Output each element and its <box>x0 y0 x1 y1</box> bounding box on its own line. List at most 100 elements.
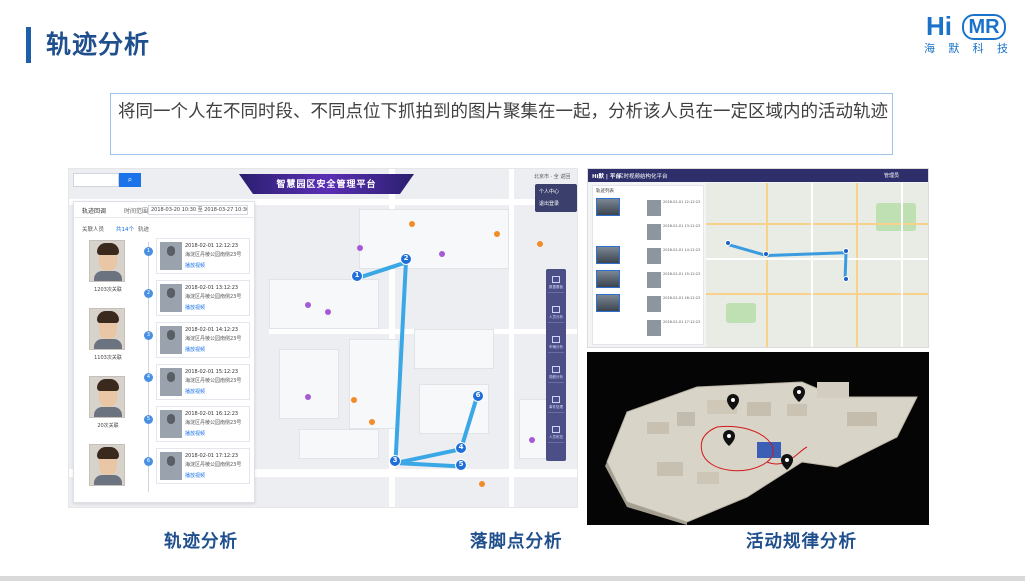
rt-list-row[interactable]: 2018-02-01 16:12:23 <box>595 294 703 314</box>
rt-list-row[interactable]: 2018-02-01 14:12:23 <box>595 246 703 266</box>
top-right-controls[interactable]: 北京市 · 全 返回 <box>534 173 570 180</box>
timeline-dot: 4 <box>144 373 153 382</box>
play-video-link[interactable]: 播放视频 <box>185 346 205 353</box>
slide: 轨迹分析 Hi MR 海默科技 将同一个人在不同时段、不同点位下抓拍到的图片聚集… <box>0 0 1025 581</box>
title-accent-bar <box>26 27 31 63</box>
record-place: 海淀区丹棱公园南侧23号 <box>185 420 242 426</box>
timeline-dot: 5 <box>144 415 153 424</box>
route-node[interactable] <box>725 240 731 246</box>
toolbar-video[interactable]: 视频分析 <box>548 363 564 383</box>
rt-list-row[interactable]: 2018-02-01 17:12:23 <box>595 318 703 338</box>
rt-header-title: 实时视频结构化平台 <box>618 174 668 180</box>
timeline-dot: 1 <box>144 247 153 256</box>
record-place: 海淀区丹棱公园南侧23号 <box>185 378 242 384</box>
track-record-card[interactable]: 2018-02-01 13:12:23 海淀区丹棱公园南侧23号 播放视频 <box>156 280 250 316</box>
rt-list-row[interactable]: 2018-02-01 13:12:23 <box>595 222 703 242</box>
platform-title: 智慧园区安全管理平台 <box>276 180 377 190</box>
person-label: 1203次关联 <box>94 287 122 293</box>
record-place: 海淀区丹棱公园南侧23号 <box>185 336 242 342</box>
track-record-card[interactable]: 2018-02-01 15:12:23 海淀区丹棱公园南侧23号 播放视频 <box>156 364 250 400</box>
track-record-card[interactable]: 2018-02-01 17:12:23 海淀区丹棱公园南侧23号 播放视频 <box>156 448 250 484</box>
rt-track-list: 轨迹列表 2018-02-01 12:12:23 2018-02-01 13:1… <box>592 185 704 345</box>
dashboard-icon <box>552 276 560 283</box>
map-search-input[interactable] <box>73 173 119 187</box>
timeline-dot: 6 <box>144 457 153 466</box>
rt-list-row[interactable]: 2018-02-01 12:12:23 <box>595 198 703 218</box>
record-place: 海淀区丹棱公园南侧23号 <box>185 294 242 300</box>
play-video-link[interactable]: 播放视频 <box>185 472 205 479</box>
record-place: 海淀区丹棱公园南侧23号 <box>185 462 242 468</box>
right-toolbar: 数据看板 人员分析 车辆分析 视频分析 事件处理 人员布控 <box>546 269 566 461</box>
control-icon <box>552 426 560 433</box>
time-range-input[interactable]: 2018-03-20 10:30 至 2018-03-27 10:30 <box>148 205 248 215</box>
person-photo[interactable] <box>89 240 125 282</box>
record-time: 2018-02-01 16:12:23 <box>185 411 239 417</box>
track-record-card[interactable]: 2018-02-01 16:12:23 海淀区丹棱公园南侧23号 播放视频 <box>156 406 250 442</box>
event-icon <box>552 396 560 403</box>
rt-header-user[interactable]: 管理员 <box>884 172 899 179</box>
track-point[interactable]: 1 <box>351 270 363 282</box>
route-node[interactable] <box>843 276 849 282</box>
city-map[interactable] <box>706 183 928 347</box>
record-time: 2018-02-01 17:12:23 <box>185 453 239 459</box>
caption-track: 轨迹分析 <box>164 532 238 552</box>
person-photo[interactable] <box>89 308 125 350</box>
company-logo: Hi MR 海默科技 <box>922 12 1010 55</box>
logo-mr-text: MR <box>962 14 1006 40</box>
person-photo[interactable] <box>89 444 125 486</box>
record-time: 2018-02-01 14:12:23 <box>185 327 239 333</box>
logo-cn-text: 海默科技 <box>924 42 1008 55</box>
capture-thumbnail <box>160 326 182 354</box>
related-count[interactable]: 共14个 <box>116 225 134 233</box>
panel-tabs: 轨迹回调 时间范围 2018-03-20 10:30 至 2018-03-27 … <box>74 202 254 218</box>
rt-list-head: 轨迹列表 <box>596 189 614 194</box>
timeline-dot: 3 <box>144 331 153 340</box>
video-icon <box>552 366 560 373</box>
play-video-link[interactable]: 播放视频 <box>185 388 205 395</box>
rt-list-row[interactable]: 2018-02-01 15:12:23 <box>595 270 703 290</box>
track-point[interactable]: 5 <box>455 459 467 471</box>
track-record-card[interactable]: 2018-02-01 14:12:23 海淀区丹棱公园南侧23号 播放视频 <box>156 322 250 358</box>
toolbar-person[interactable]: 人员分析 <box>548 303 564 323</box>
play-video-link[interactable]: 播放视频 <box>185 262 205 269</box>
user-center-item[interactable]: 个人中心 <box>539 188 575 195</box>
logout-item[interactable]: 退出登录 <box>539 200 575 207</box>
track-label: 轨迹 <box>138 227 150 233</box>
record-time: 2018-02-01 13:12:23 <box>185 285 239 291</box>
toolbar-event[interactable]: 事件处理 <box>548 393 564 413</box>
tab-time[interactable]: 时间范围 <box>124 206 148 215</box>
capture-thumbnail <box>160 284 182 312</box>
track-analysis-screenshot: 1 2 3 4 5 6 智慧园区安全管理平台 ⌕ 北京市 · 全 返回 个人中心… <box>68 168 578 508</box>
toolbar-dashboard[interactable]: 数据看板 <box>548 273 564 293</box>
track-record-card[interactable]: 2018-02-01 12:12:23 海淀区丹棱公园南侧23号 播放视频 <box>156 238 250 274</box>
play-video-link[interactable]: 播放视频 <box>185 304 205 311</box>
stay-point-screenshot: Hi默 | 平台 实时视频结构化平台 管理员 轨迹列表 2018-02-01 1… <box>587 168 929 348</box>
vehicle-icon <box>552 336 560 343</box>
toolbar-control[interactable]: 人员布控 <box>548 423 564 443</box>
record-time: 2018-02-01 12:12:23 <box>185 243 239 249</box>
track-point[interactable]: 6 <box>472 390 484 402</box>
person-label: 20次关联 <box>97 423 119 429</box>
route-node[interactable] <box>763 251 769 257</box>
track-point[interactable]: 3 <box>389 455 401 467</box>
tab-track[interactable]: 轨迹回调 <box>82 206 106 215</box>
record-place: 海淀区丹棱公园南侧23号 <box>185 252 242 258</box>
play-video-link[interactable]: 播放视频 <box>185 430 205 437</box>
timeline-dot: 2 <box>144 289 153 298</box>
activity-pattern-screenshot <box>587 352 929 525</box>
record-time: 2018-02-01 15:12:23 <box>185 369 239 375</box>
person-photo[interactable] <box>89 376 125 418</box>
user-menu: 个人中心 退出登录 <box>535 184 577 212</box>
toolbar-vehicle[interactable]: 车辆分析 <box>548 333 564 353</box>
track-side-panel: 轨迹回调 时间范围 2018-03-20 10:30 至 2018-03-27 … <box>73 201 255 503</box>
route-node[interactable] <box>843 248 849 254</box>
related-persons-label: 关联人员 <box>82 227 105 233</box>
description-box: 将同一个人在不同时段、不同点位下抓拍到的图片聚集在一起，分析该人员在一定区域内的… <box>110 93 893 155</box>
track-point[interactable]: 4 <box>455 442 467 454</box>
rt-logo: Hi默 | 平台 <box>592 174 621 180</box>
capture-thumbnail <box>160 452 182 480</box>
floor-3d-map[interactable] <box>587 352 929 525</box>
track-point[interactable]: 2 <box>400 253 412 265</box>
slide-title: 轨迹分析 <box>46 30 151 59</box>
search-icon[interactable]: ⌕ <box>119 173 141 187</box>
